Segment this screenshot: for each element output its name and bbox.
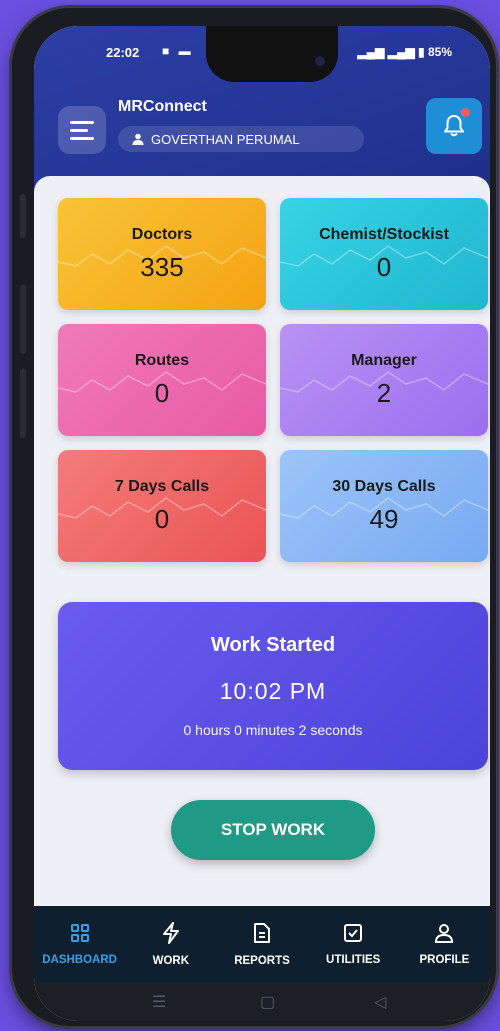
nav-reports[interactable]: REPORTS	[216, 906, 307, 982]
nav-utilities[interactable]: UTILITIES	[308, 906, 399, 982]
side-button	[20, 194, 26, 238]
nav-profile[interactable]: PROFILE	[399, 906, 490, 982]
grid-icon	[70, 923, 90, 954]
app-screen: 22:02 ■ ▬ ▂▄▆ ▂▄▆ ▮ 85% MRConnect GOVERT…	[34, 26, 490, 1021]
status-left-icons: ■ ▬	[162, 44, 194, 58]
work-title: Work Started	[210, 634, 336, 656]
nav-label: PROFILE	[419, 953, 470, 966]
nav-work[interactable]: WORK	[125, 906, 216, 982]
system-nav-bar: ☰ ▢ ◁	[34, 982, 490, 1021]
menu-button[interactable]	[58, 106, 106, 154]
stop-work-button[interactable]: STOP WORK	[171, 800, 375, 860]
checkbox-icon	[343, 923, 363, 954]
person-icon	[434, 923, 454, 954]
dashboard-content: Doctors 335 Chemist/Stockist 0 Routes 0 Manage…	[34, 176, 490, 916]
menu-icon-line	[70, 121, 94, 124]
stat-value: 0	[154, 378, 170, 408]
home-icon[interactable]: ▢	[260, 992, 275, 1012]
volume-up-button	[20, 284, 26, 354]
volume-down-button	[20, 368, 26, 438]
document-icon	[253, 922, 271, 955]
status-time: 22:02	[106, 45, 140, 60]
app-title: MRConnect	[118, 98, 207, 115]
bell-icon	[444, 115, 464, 137]
menu-icon-line	[70, 129, 88, 132]
stat-card-7-days-calls[interactable]: 7 Days Calls 0	[58, 450, 266, 562]
stat-label: Routes	[134, 352, 190, 369]
menu-icon-line	[70, 137, 94, 140]
user-name: GOVERTHAN PERUMAL	[151, 131, 300, 147]
nav-dashboard[interactable]: DASHBOARD	[34, 906, 125, 982]
stat-card-manager[interactable]: Manager 2	[280, 324, 488, 436]
stat-value: 335	[140, 252, 184, 282]
bottom-navigation: DASHBOARD WORK REPORTS UTILITIES PROFILE	[34, 906, 490, 982]
stat-card-doctors[interactable]: Doctors 335	[58, 198, 266, 310]
stat-value: 49	[369, 504, 399, 534]
stat-card-30-days-calls[interactable]: 30 Days Calls 49	[280, 450, 488, 562]
recents-icon[interactable]: ☰	[152, 992, 166, 1012]
camera-lens	[315, 56, 325, 66]
nav-label: DASHBOARD	[42, 953, 117, 966]
back-icon[interactable]: ◁	[374, 992, 386, 1012]
stat-label: Chemist/Stockist	[319, 226, 449, 243]
stat-value: 0	[376, 252, 392, 282]
stat-value: 0	[154, 504, 170, 534]
stat-card-routes[interactable]: Routes 0	[58, 324, 266, 436]
stat-label: 7 Days Calls	[114, 478, 210, 495]
nav-label: UTILITIES	[326, 953, 381, 966]
work-status-card: Work Started 10:02 PM 0 hours 0 minutes …	[58, 602, 488, 770]
work-duration: 0 hours 0 minutes 2 seconds	[183, 722, 363, 738]
stat-label: 30 Days Calls	[332, 478, 436, 495]
stat-card-chemist-stockist[interactable]: Chemist/Stockist 0	[280, 198, 488, 310]
user-chip: GOVERTHAN PERUMAL	[118, 126, 364, 152]
work-start-time: 10:02 PM	[219, 678, 327, 704]
status-right-indicators: ▂▄▆ ▂▄▆ ▮ 85%	[357, 45, 452, 59]
user-icon	[132, 133, 144, 145]
app-header: 22:02 ■ ▬ ▂▄▆ ▂▄▆ ▮ 85% MRConnect GOVERT…	[34, 26, 490, 194]
nav-label: REPORTS	[234, 954, 290, 967]
notification-dot	[461, 108, 470, 117]
camera-notch	[206, 26, 338, 82]
stat-label: Doctors	[131, 226, 193, 243]
stat-label: Manager	[351, 352, 417, 369]
phone-frame: 22:02 ■ ▬ ▂▄▆ ▂▄▆ ▮ 85% MRConnect GOVERT…	[12, 8, 496, 1026]
battery-label: 85%	[427, 45, 452, 59]
notification-button[interactable]	[426, 98, 482, 154]
nav-label: WORK	[152, 954, 190, 967]
signal-icon: ▂▄▆ ▂▄▆ ▮	[357, 45, 425, 59]
stat-value: 2	[376, 378, 392, 408]
bolt-icon	[161, 921, 181, 955]
